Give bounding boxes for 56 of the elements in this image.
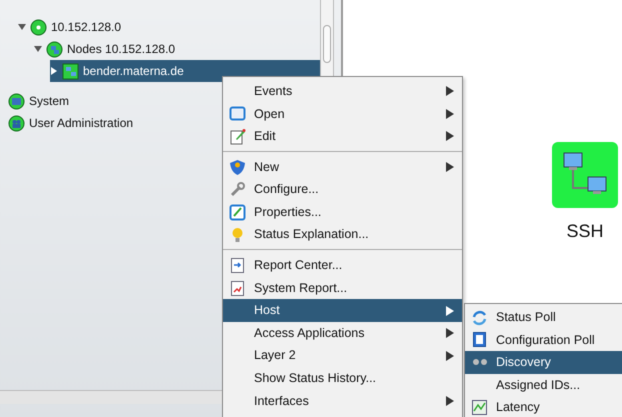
submenu-arrow-icon: [446, 350, 454, 361]
submenu-arrow-icon: [446, 396, 454, 406]
menu-item[interactable]: Host: [223, 299, 462, 322]
tree-item[interactable]: bender.materna.de: [50, 60, 320, 82]
menu-item[interactable]: Events: [223, 80, 462, 103]
menu-item[interactable]: Status Poll: [465, 306, 622, 329]
submenu-arrow-icon: [446, 328, 454, 338]
tree-label: System: [29, 93, 70, 110]
menu-item[interactable]: Interfaces: [223, 390, 462, 412]
service-node[interactable]: [552, 142, 618, 208]
menu-item[interactable]: Configure...: [223, 178, 462, 201]
menu-item[interactable]: System Report...: [223, 276, 462, 300]
chart-report-icon: [229, 280, 246, 297]
menu-item[interactable]: Report Center...: [223, 254, 462, 277]
menu-item[interactable]: Show Status History...: [223, 367, 462, 390]
submenu-arrow-icon: [446, 162, 454, 172]
menu-item[interactable]: Layer 2: [223, 344, 462, 368]
menu-item[interactable]: Discovery: [465, 351, 622, 374]
tree-label: bender.materna.de: [83, 63, 184, 80]
window-icon: [229, 105, 246, 122]
binoculars-icon: [472, 358, 488, 366]
expand-icon: [50, 67, 58, 75]
properties-icon: [229, 204, 246, 221]
tree-label: 10.152.128.0: [51, 19, 122, 36]
host-icon: [62, 62, 79, 80]
nodes-icon: [46, 40, 63, 58]
report-icon: [229, 256, 246, 274]
menu-item[interactable]: Access Applications: [223, 322, 462, 345]
submenu-arrow-icon: [446, 108, 454, 119]
system-icon: [8, 92, 25, 110]
service-label: SSH: [565, 220, 604, 243]
network-icon: [30, 18, 47, 36]
edit-icon: [229, 128, 246, 145]
menu-item[interactable]: Edit: [223, 125, 462, 148]
document-icon: [471, 331, 488, 348]
menu-item[interactable]: Properties...: [223, 200, 462, 224]
users-icon: [8, 114, 25, 132]
submenu-arrow-icon: [446, 131, 454, 142]
menu-item[interactable]: Latency: [465, 396, 622, 417]
wrench-icon: [229, 181, 246, 198]
menu-item[interactable]: Configuration Poll: [465, 328, 622, 352]
menu-item[interactable]: Assigned IDs...: [465, 374, 622, 396]
refresh-icon: [471, 308, 488, 326]
shield-icon: [229, 158, 246, 176]
menu-item[interactable]: Status Explanation...: [223, 224, 462, 246]
collapse-icon: [34, 45, 42, 53]
tree-label: User Administration: [29, 115, 134, 132]
tree-item[interactable]: Nodes 10.152.128.0: [34, 38, 320, 60]
collapse-icon: [18, 23, 26, 31]
submenu-arrow-icon: [446, 306, 454, 316]
menu-item[interactable]: New: [223, 156, 462, 178]
tree-item[interactable]: 10.152.128.0: [18, 16, 320, 38]
menu-item[interactable]: Open: [223, 102, 462, 126]
submenu-arrow-icon: [446, 86, 454, 96]
tree-label: Nodes 10.152.128.0: [67, 41, 176, 58]
scrollbar-thumb[interactable]: [323, 25, 331, 63]
